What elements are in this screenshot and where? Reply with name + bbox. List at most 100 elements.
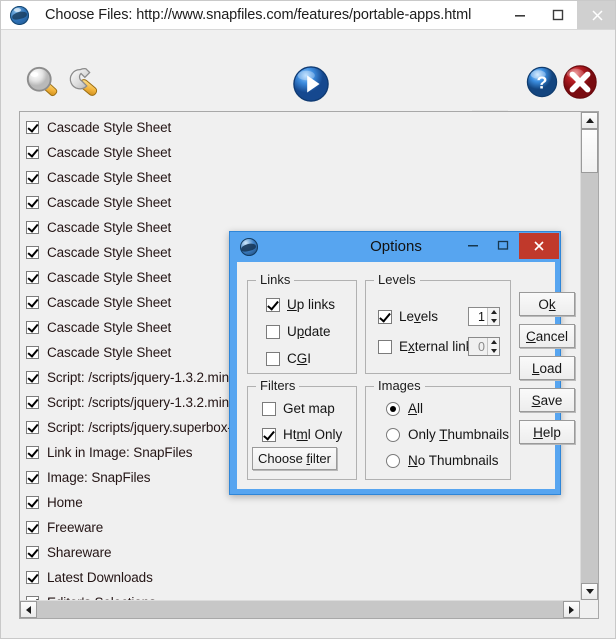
file-list-item[interactable]: Latest Downloads <box>20 565 580 590</box>
file-list-item[interactable]: Cascade Style Sheet <box>20 140 580 165</box>
window-titlebar: Choose Files: http://www.snapfiles.com/f… <box>1 1 615 30</box>
vertical-scroll-track[interactable] <box>581 129 598 583</box>
checkbox-icon[interactable] <box>26 296 39 309</box>
chevron-up-icon <box>490 310 497 315</box>
checkbox-icon[interactable] <box>26 221 39 234</box>
checkbox-icon[interactable] <box>26 471 39 484</box>
radio-icon <box>386 401 400 416</box>
checkbox-label: Get map <box>283 401 335 416</box>
checkbox-icon[interactable] <box>26 271 39 284</box>
images-group: Images All Only Thumbnails No Thumbnails <box>365 379 511 480</box>
file-list-item-label: Cascade Style Sheet <box>47 170 172 185</box>
radio-no-thumbnails[interactable]: No Thumbnails <box>386 453 499 468</box>
play-icon[interactable] <box>292 65 330 103</box>
checkbox-icon[interactable] <box>26 446 39 459</box>
file-list-item-label: Image: SnapFiles <box>47 470 151 485</box>
load-button[interactable]: Load <box>519 356 575 380</box>
checkbox-icon <box>262 401 276 416</box>
checkbox-up-links[interactable]: Up links <box>266 297 335 312</box>
options-minimize-button[interactable] <box>458 232 488 258</box>
file-list-item[interactable]: Cascade Style Sheet <box>20 115 580 140</box>
checkbox-icon <box>266 297 280 312</box>
file-list-item[interactable]: Cascade Style Sheet <box>20 190 580 215</box>
scroll-down-button[interactable] <box>581 583 598 600</box>
file-list-item[interactable]: Freeware <box>20 515 580 540</box>
radio-label: Only Thumbnails <box>408 427 510 442</box>
close-circle-icon[interactable] <box>562 64 598 100</box>
wrench-icon[interactable] <box>59 62 105 108</box>
checkbox-icon[interactable] <box>26 396 39 409</box>
options-close-button[interactable] <box>519 233 559 259</box>
cancel-label: Cancel <box>525 328 569 344</box>
radio-only-thumbnails[interactable]: Only Thumbnails <box>386 427 509 442</box>
options-dialog: Options Links Up links Update CGI Levels… <box>229 231 575 495</box>
options-dialog-titlebar: Options <box>230 232 560 262</box>
chevron-down-icon <box>490 348 497 353</box>
cancel-button[interactable]: Cancel <box>519 324 575 348</box>
vertical-scrollbar[interactable] <box>580 112 598 600</box>
save-button[interactable]: Save <box>519 388 575 412</box>
file-list-item-label: Script: /scripts/jquery-1.3.2.min.js <box>47 395 243 410</box>
checkbox-icon[interactable] <box>26 521 39 534</box>
choose-files-window: Choose Files: http://www.snapfiles.com/f… <box>0 0 616 639</box>
checkbox-icon[interactable] <box>26 421 39 434</box>
radio-label: All <box>408 401 424 416</box>
checkbox-label: Up links <box>287 297 336 312</box>
checkbox-update[interactable]: Update <box>266 324 331 339</box>
help-icon[interactable]: ? <box>526 66 558 98</box>
checkbox-icon[interactable] <box>26 146 39 159</box>
window-maximize-button[interactable] <box>539 1 577 29</box>
checkbox-icon[interactable] <box>26 121 39 134</box>
checkbox-icon <box>266 351 280 366</box>
vertical-scroll-thumb[interactable] <box>581 129 598 173</box>
file-list-item-label: Cascade Style Sheet <box>47 295 172 310</box>
svg-text:?: ? <box>537 73 548 93</box>
levels-spinner[interactable]: 1 <box>468 307 500 326</box>
checkbox-levels[interactable]: Levels <box>378 309 438 324</box>
checkbox-html-only[interactable]: Html Only <box>262 427 342 442</box>
checkbox-get-map[interactable]: Get map <box>262 401 335 416</box>
file-list-item[interactable]: Editor's Selections <box>20 590 580 600</box>
checkbox-icon[interactable] <box>26 496 39 509</box>
checkbox-external-links[interactable]: External links <box>378 339 479 354</box>
chevron-up-icon <box>490 340 497 345</box>
scroll-left-button[interactable] <box>20 601 37 618</box>
spinner-down[interactable] <box>488 346 499 355</box>
ok-button[interactable]: Ok <box>519 292 575 316</box>
checkbox-label: CGI <box>287 351 312 366</box>
spinner-up[interactable] <box>488 338 499 347</box>
file-list-item-label: Cascade Style Sheet <box>47 195 172 210</box>
external-links-spinner[interactable]: 0 <box>468 337 500 356</box>
scroll-up-button[interactable] <box>581 112 598 129</box>
checkbox-icon[interactable] <box>26 171 39 184</box>
window-minimize-button[interactable] <box>501 1 539 29</box>
checkbox-cgi[interactable]: CGI <box>266 351 311 366</box>
spinner-arrows[interactable] <box>487 308 499 325</box>
help-button[interactable]: Help <box>519 420 575 444</box>
horizontal-scrollbar[interactable] <box>20 600 580 618</box>
checkbox-label: Html Only <box>283 427 343 442</box>
file-list-item[interactable]: Shareware <box>20 540 580 565</box>
checkbox-icon[interactable] <box>26 246 39 259</box>
window-close-button[interactable] <box>577 1 615 29</box>
checkbox-icon[interactable] <box>26 546 39 559</box>
checkbox-icon[interactable] <box>26 196 39 209</box>
checkbox-icon[interactable] <box>26 371 39 384</box>
file-list-item-label: Cascade Style Sheet <box>47 270 172 285</box>
scroll-right-button[interactable] <box>563 601 580 618</box>
checkbox-icon <box>262 427 276 442</box>
checkbox-icon[interactable] <box>26 571 39 584</box>
radio-all[interactable]: All <box>386 401 423 416</box>
checkbox-icon[interactable] <box>26 321 39 334</box>
spinner-down[interactable] <box>488 316 499 325</box>
spinner-up[interactable] <box>488 308 499 317</box>
checkbox-icon[interactable] <box>26 346 39 359</box>
file-list-item[interactable]: Cascade Style Sheet <box>20 165 580 190</box>
file-list-item-label: Link in Image: SnapFiles <box>47 445 193 460</box>
options-maximize-button[interactable] <box>488 232 518 258</box>
radio-icon <box>386 453 400 468</box>
file-list-item-label: Cascade Style Sheet <box>47 145 172 160</box>
filters-group-title: Filters <box>256 379 300 393</box>
choose-filter-button[interactable]: Choose filter <box>252 447 337 470</box>
spinner-arrows[interactable] <box>487 338 499 355</box>
